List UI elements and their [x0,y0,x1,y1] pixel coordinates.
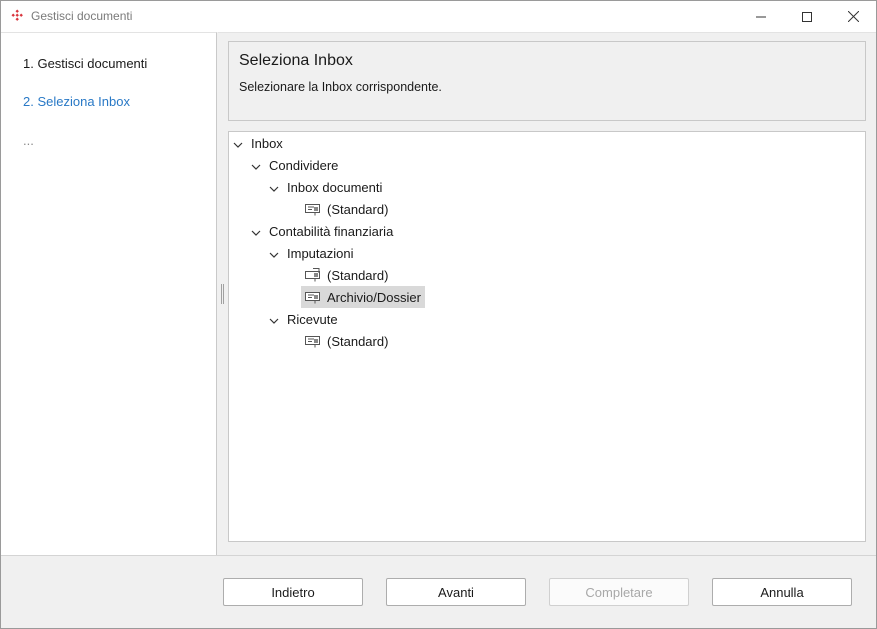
app-logo-icon [10,9,24,23]
inbox-tray-icon [305,202,323,216]
next-button[interactable]: Avanti [386,578,526,606]
inbox-tray-icon [305,334,323,348]
inbox-tray-icon [305,290,323,304]
steps-panel: 1. Gestisci documenti 2. Seleziona Inbox… [1,32,217,555]
chevron-down-icon[interactable] [251,160,261,170]
tree-leaf-archivio-dossier[interactable]: Archivio/Dossier [301,286,425,308]
back-button[interactable]: Indietro [223,578,363,606]
chevron-down-icon[interactable] [269,182,279,192]
minimize-icon [756,12,766,22]
minimize-button[interactable] [738,1,784,32]
page-title: Seleziona Inbox [239,52,353,69]
tree-node-inbox[interactable]: Inbox [233,132,283,154]
tree-node-label: Condividere [269,157,339,173]
close-button[interactable] [830,1,876,32]
page-subtitle: Selezionare la Inbox corrispondente. [239,80,442,94]
close-icon [847,11,859,22]
tree-leaf-label: (Standard) [327,201,389,217]
chevron-down-icon[interactable] [269,248,279,258]
title-bar[interactable]: Gestisci documenti [1,1,876,32]
maximize-button[interactable] [784,1,830,32]
step-more: ... [23,133,34,148]
tree-node-label: Imputazioni [287,245,354,261]
tree-leaf-standard[interactable]: (Standard) [305,330,388,352]
tree-node-label: Inbox [251,135,283,151]
chevron-down-icon[interactable] [233,138,243,148]
tree-node-label: Contabilità finanziaria [269,223,394,239]
inbox-tree[interactable]: Inbox Condividere Inbox documenti (Stand… [228,131,866,542]
step-select-inbox[interactable]: 2. Seleziona Inbox [23,94,130,109]
chevron-down-icon[interactable] [269,314,279,324]
tree-leaf-label: Archivio/Dossier [327,289,421,305]
tree-leaf-standard[interactable]: (Standard) [305,198,388,220]
tree-node-imputazioni[interactable]: Imputazioni [269,242,353,264]
inbox-tray-icon [305,268,323,282]
dialog-window: Gestisci documenti 1. Gestisci documenti… [0,0,877,629]
tree-leaf-standard[interactable]: (Standard) [305,264,388,286]
cancel-button[interactable]: Annulla [712,578,852,606]
tree-node-inbox-documenti[interactable]: Inbox documenti [269,176,382,198]
splitter-handle[interactable] [221,284,224,304]
step-manage-documents[interactable]: 1. Gestisci documenti [23,56,147,71]
maximize-icon [802,11,812,22]
tree-node-ricevute[interactable]: Ricevute [269,308,338,330]
tree-node-label: Inbox documenti [287,179,383,195]
step-header: Seleziona Inbox Selezionare la Inbox cor… [228,41,866,121]
tree-leaf-label: (Standard) [327,333,389,349]
finish-button[interactable]: Completare [549,578,689,606]
tree-node-contabilita[interactable]: Contabilità finanziaria [251,220,393,242]
tree-leaf-label: (Standard) [327,267,389,283]
window-title: Gestisci documenti [31,9,133,23]
chevron-down-icon[interactable] [251,226,261,236]
tree-node-label: Ricevute [287,311,338,327]
tree-node-condividere[interactable]: Condividere [251,154,338,176]
